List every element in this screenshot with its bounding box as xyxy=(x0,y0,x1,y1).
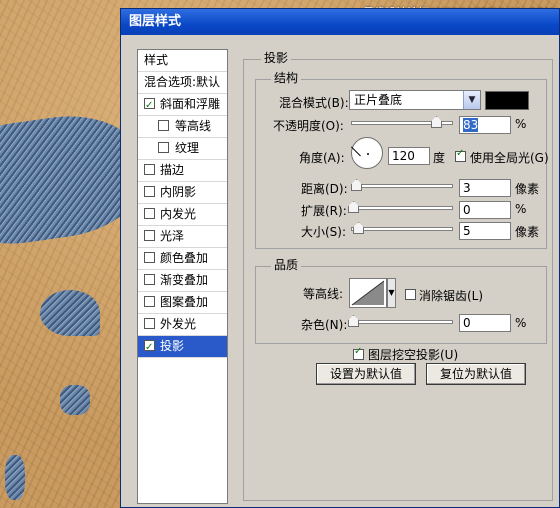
style-item[interactable]: 图案叠加 xyxy=(138,292,227,314)
drop-shadow-title: 投影 xyxy=(261,49,292,66)
dialog-title: 图层样式 xyxy=(121,9,559,35)
style-item[interactable]: 颜色叠加 xyxy=(138,248,227,270)
noise-slider[interactable] xyxy=(348,315,453,327)
style-item[interactable]: 渐变叠加 xyxy=(138,270,227,292)
style-item-label: 外发光 xyxy=(160,317,197,331)
style-item[interactable]: 描边 xyxy=(138,160,227,182)
distance-unit: 像素 xyxy=(515,182,540,196)
style-item-checkbox[interactable] xyxy=(144,230,155,241)
style-item-checkbox[interactable] xyxy=(158,120,169,131)
opacity-slider[interactable] xyxy=(351,116,453,128)
style-item-label: 描边 xyxy=(160,163,185,177)
style-item[interactable]: 纹理 xyxy=(138,138,227,160)
structure-title: 结构 xyxy=(271,69,302,86)
style-item[interactable]: 光泽 xyxy=(138,226,227,248)
style-item[interactable]: 等高线 xyxy=(138,116,227,138)
style-item[interactable]: 外发光 xyxy=(138,314,227,336)
style-item-label: 渐变叠加 xyxy=(160,273,209,287)
spread-input[interactable]: 0 xyxy=(459,201,511,219)
spread-label: 扩展(R): xyxy=(301,204,347,218)
styles-header[interactable]: 样式 xyxy=(138,50,227,72)
global-light-label[interactable]: 使用全局光(G) xyxy=(470,149,549,166)
angle-unit: 度 xyxy=(433,151,446,165)
style-item-label: 内阴影 xyxy=(160,185,197,199)
spread-slider[interactable] xyxy=(348,201,453,213)
style-item-checkbox[interactable] xyxy=(144,274,155,285)
anti-alias-checkbox[interactable] xyxy=(405,289,416,300)
style-item-checkbox[interactable] xyxy=(144,318,155,329)
blend-options-item[interactable]: 混合选项:默认 xyxy=(138,72,227,94)
blend-mode-label: 混合模式(B): xyxy=(279,96,349,110)
quality-group xyxy=(255,266,547,344)
angle-dial[interactable] xyxy=(350,137,383,169)
denim-drop xyxy=(5,455,25,500)
style-item-label: 图案叠加 xyxy=(160,295,209,309)
style-item-label: 颜色叠加 xyxy=(160,251,209,265)
noise-label: 杂色(N): xyxy=(301,318,348,332)
style-item-checkbox[interactable] xyxy=(144,208,155,219)
reset-default-button[interactable]: 复位为默认值 xyxy=(426,363,526,385)
anti-alias-label[interactable]: 消除锯齿(L) xyxy=(419,287,483,304)
quality-title: 品质 xyxy=(271,256,302,273)
style-item-checkbox[interactable] xyxy=(144,252,155,263)
noise-unit: % xyxy=(515,316,527,330)
style-item-label: 投影 xyxy=(160,339,185,353)
size-label: 大小(S): xyxy=(301,225,347,239)
style-item-checkbox[interactable] xyxy=(144,95,155,115)
contour-label: 等高线: xyxy=(303,287,344,301)
style-item-label: 等高线 xyxy=(175,119,212,133)
contour-dropdown-icon[interactable]: ▼ xyxy=(387,278,396,308)
shadow-color-swatch[interactable] xyxy=(485,91,529,110)
noise-input[interactable]: 0 xyxy=(459,314,511,332)
knockout-label[interactable]: 图层挖空投影(U) xyxy=(368,346,458,363)
chevron-down-icon: ▼ xyxy=(463,91,480,109)
global-light-checkbox[interactable] xyxy=(455,148,466,162)
style-item[interactable]: 内阴影 xyxy=(138,182,227,204)
denim-drop xyxy=(60,385,90,415)
style-item-checkbox[interactable] xyxy=(144,296,155,307)
opacity-input[interactable]: 83 xyxy=(459,116,511,134)
contour-preview-icon xyxy=(351,280,385,306)
style-item-label: 光泽 xyxy=(160,229,185,243)
contour-picker[interactable] xyxy=(349,278,387,308)
angle-input[interactable]: 120 xyxy=(388,147,430,165)
distance-slider[interactable] xyxy=(351,179,453,191)
angle-label: 角度(A): xyxy=(299,151,345,165)
style-item[interactable]: 斜面和浮雕 xyxy=(138,94,227,116)
distance-label: 距离(D): xyxy=(301,182,348,196)
distance-input[interactable]: 3 xyxy=(459,179,511,197)
opacity-label: 不透明度(O): xyxy=(273,119,344,133)
denim-drop xyxy=(40,290,100,336)
style-item-checkbox[interactable] xyxy=(144,337,155,357)
style-item-checkbox[interactable] xyxy=(158,142,169,153)
knockout-checkbox[interactable] xyxy=(353,346,364,360)
style-item-label: 内发光 xyxy=(160,207,197,221)
spread-unit: % xyxy=(515,202,527,216)
size-input[interactable]: 5 xyxy=(459,222,511,240)
style-item-checkbox[interactable] xyxy=(144,164,155,175)
styles-list: 样式 混合选项:默认 斜面和浮雕等高线纹理描边内阴影内发光光泽颜色叠加渐变叠加图… xyxy=(137,49,228,504)
blend-mode-value: 正片叠底 xyxy=(354,93,403,107)
layer-style-dialog: 图层样式 样式 混合选项:默认 斜面和浮雕等高线纹理描边内阴影内发光光泽颜色叠加… xyxy=(120,8,560,508)
style-item-label: 斜面和浮雕 xyxy=(160,97,221,111)
size-slider[interactable] xyxy=(351,222,453,234)
opacity-value: 83 xyxy=(463,118,479,132)
size-unit: 像素 xyxy=(515,225,540,239)
angle-needle xyxy=(350,146,361,157)
make-default-button[interactable]: 设置为默认值 xyxy=(316,363,416,385)
blend-mode-select[interactable]: 正片叠底 ▼ xyxy=(349,90,481,110)
opacity-unit: % xyxy=(515,117,527,131)
style-item-checkbox[interactable] xyxy=(144,186,155,197)
style-item-label: 纹理 xyxy=(175,141,200,155)
style-item[interactable]: 投影 xyxy=(138,336,227,358)
style-item[interactable]: 内发光 xyxy=(138,204,227,226)
